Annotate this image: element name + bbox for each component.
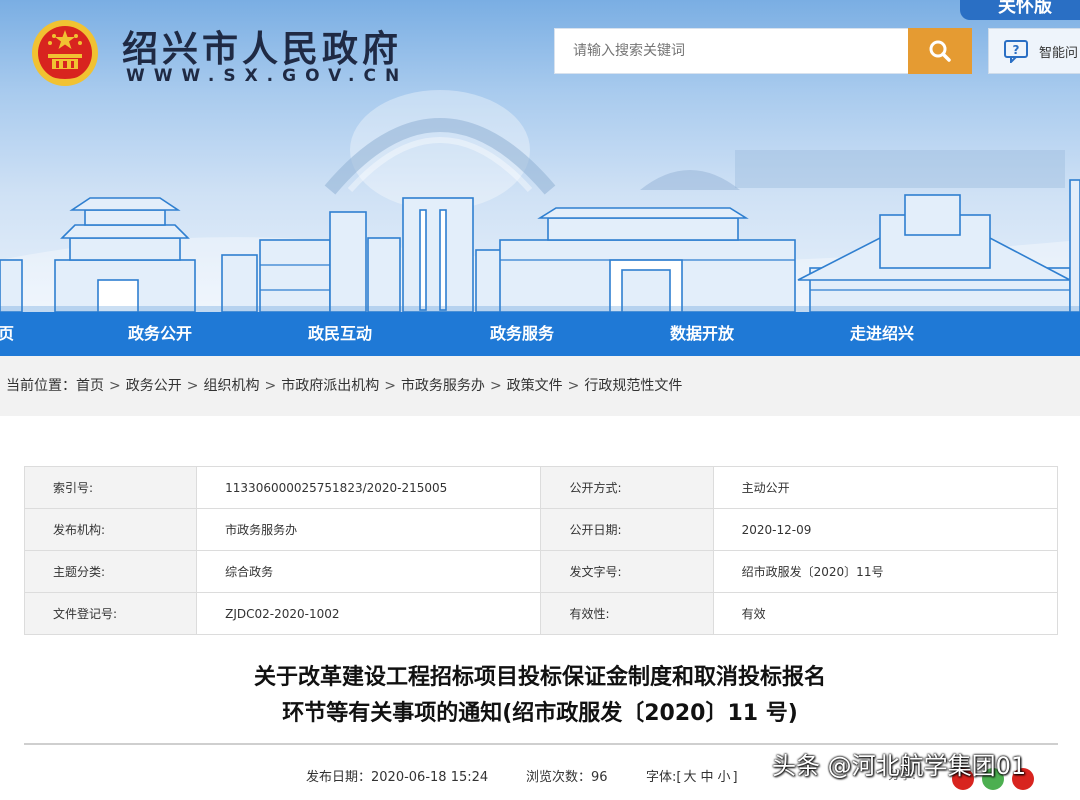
chat-question-icon: ? [1004,40,1028,63]
meta-value: 有效 [712,592,1059,635]
meta-key: 公开方式: [540,466,714,509]
national-emblem-icon [32,20,98,86]
breadcrumb-separator: > [109,378,121,394]
elder-mode-button[interactable]: 关怀版 [960,0,1080,20]
article-title: 关于改革建设工程招标项目投标保证金制度和取消投标报名 环节等有关事项的通知(绍市… [0,660,1080,732]
search-icon [929,40,951,62]
meta-key: 公开日期: [540,508,714,551]
breadcrumb-prefix: 当前位置： [6,378,76,394]
nav-item-public-interaction[interactable]: 政民互动 [308,312,372,356]
site-title[interactable]: 绍兴市人民政府 [122,20,402,72]
meta-value: 主动公开 [712,466,1059,509]
breadcrumb-separator: > [384,378,396,394]
publish-date: 发布日期：2020-06-18 15:24 [306,766,488,785]
document-meta-table: 索引号: 113306000025751823/2020-215005 公开方式… [23,466,1059,635]
publish-date-label: 发布日期： [306,770,372,785]
view-count-label: 浏览次数： [526,770,592,785]
main-nav: 页 政务公开 政民互动 政务服务 数据开放 走进绍兴 [0,312,1080,356]
article-title-line-1: 关于改革建设工程招标项目投标保证金制度和取消投标报名 [253,665,826,690]
meta-value: 综合政务 [196,550,542,593]
breadcrumb-separator: > [264,378,277,394]
search-input[interactable] [555,29,909,73]
nav-item-open-data[interactable]: 数据开放 [670,312,734,356]
breadcrumb-separator: > [489,378,502,394]
search-button[interactable] [908,28,972,74]
table-row: 主题分类: 综合政务 发文字号: 绍市政服发〔2020〕11号 [23,550,1059,593]
city-skyline-illustration [0,179,1080,312]
article-title-line-2: 环节等有关事项的通知(绍市政服发〔2020〕11 号) [282,701,798,726]
header-banner: 绍兴市人民政府 WWW.SX.GOV.CN 关怀版 ? 智能问 [0,0,1080,312]
meta-key: 发布机构: [23,508,198,551]
font-bracket-close: ] [732,770,738,785]
meta-value: 113306000025751823/2020-215005 [196,466,542,509]
breadcrumb-item-home[interactable]: 首页 [76,378,104,394]
search-box [554,28,910,74]
breadcrumb-item-gov-open[interactable]: 政务公开 [126,378,182,394]
meta-value: ZJDC02-2020-1002 [196,592,542,635]
font-medium-button[interactable]: 中 [700,770,713,785]
breadcrumb-item-dispatched-agencies[interactable]: 市政府派出机构 [281,378,379,394]
font-size-label: 字体: [646,770,677,785]
nav-item-gov-services[interactable]: 政务服务 [490,312,554,356]
meta-value: 市政务服务办 [196,508,542,551]
breadcrumb: 当前位置：首页 > 政务公开 > 组织机构 > 市政府派出机构 > 市政务服务办 > 政策文件 > 行政… [0,356,1080,416]
breadcrumb-item-policy-docs[interactable]: 政策文件 [507,378,563,394]
table-row: 文件登记号: ZJDC02-2020-1002 有效性: 有效 [23,592,1059,635]
publish-date-value: 2020-06-18 15:24 [371,770,489,785]
meta-key: 主题分类: [23,550,198,593]
font-bracket-open: [ [676,770,682,785]
meta-value: 2020-12-09 [712,508,1059,551]
view-count-value: 96 [591,770,608,785]
meta-value: 绍市政服发〔2020〕11号 [712,550,1059,593]
meta-key: 有效性: [540,592,714,635]
meta-key: 文件登记号: [23,592,198,635]
breadcrumb-item-organization[interactable]: 组织机构 [203,378,259,394]
nav-item-gov-affairs-open[interactable]: 政务公开 [128,312,192,356]
nav-item-about-shaoxing[interactable]: 走进绍兴 [850,312,914,356]
svg-text:?: ? [1013,43,1020,57]
nav-item-home[interactable]: 页 [0,312,14,356]
font-large-button[interactable]: 大 [683,770,696,785]
font-small-button[interactable]: 小 [718,770,731,785]
title-divider [24,743,1058,745]
breadcrumb-separator: > [186,378,199,394]
smart-qa-button[interactable]: ? 智能问 [988,28,1080,74]
font-size-switch: 字体:[大中小] [646,766,738,785]
breadcrumb-item-service-office[interactable]: 市政务服务办 [401,378,485,394]
smart-qa-label: 智能问 [1039,45,1079,61]
table-row: 发布机构: 市政务服务办 公开日期: 2020-12-09 [23,508,1059,551]
breadcrumb-item-normative-docs[interactable]: 行政规范性文件 [584,378,682,394]
meta-key: 索引号: [23,466,198,509]
table-row: 索引号: 113306000025751823/2020-215005 公开方式… [23,466,1059,509]
meta-key: 发文字号: [540,550,714,593]
watermark-text: 头条 @河北航学集团01 [772,752,1027,780]
view-count: 浏览次数：96 [526,766,608,785]
breadcrumb-separator: > [567,378,580,394]
site-url: WWW.SX.GOV.CN [126,66,409,86]
